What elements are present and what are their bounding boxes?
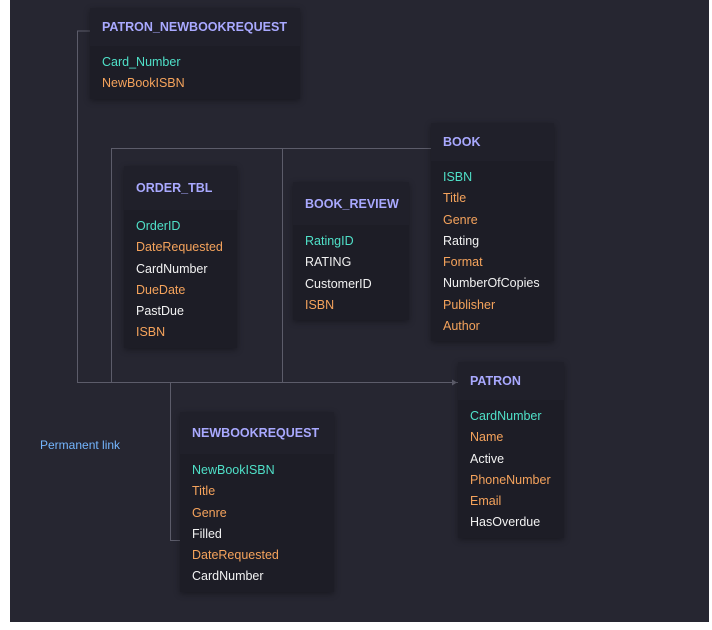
field-title: Title: [192, 484, 216, 499]
field-duedate: DueDate: [136, 282, 186, 297]
entity-title: PATRON_NEWBOOKREQUEST: [90, 8, 300, 46]
entity-order-tbl[interactable]: ORDER_TBL OrderID DateRequested CardNumber…: [124, 166, 237, 348]
field-numberofcopies: NumberOfCopies: [443, 276, 540, 291]
field-customerid: CustomerID: [305, 276, 372, 291]
field-name: Name: [470, 430, 504, 445]
entity-title: PATRON: [458, 362, 564, 400]
field-list: RatingID RATING CustomerID ISBN: [293, 225, 409, 320]
permanent-link[interactable]: Permanent link: [40, 438, 120, 452]
field-rating: RATING: [305, 255, 352, 270]
field-isbn: ISBN: [305, 297, 335, 312]
field-phonenumber: PhoneNumber: [470, 472, 551, 487]
entity-book[interactable]: BOOK ISBN Title Genre Rating Format NumberOfC…: [431, 123, 554, 342]
field-hasoverdue: HasOverdue: [470, 515, 541, 530]
field-list: Card_Number NewBookISBN: [90, 46, 300, 99]
field-publisher: Publisher: [443, 297, 496, 312]
field-pastdue: PastDue: [136, 304, 184, 319]
field-orderid: OrderID: [136, 219, 181, 233]
field-format: Format: [443, 255, 483, 270]
field-newbookisbn: NewBookISBN: [192, 463, 275, 477]
field-active: Active: [470, 451, 505, 466]
entity-title: BOOK_REVIEW: [293, 182, 409, 225]
entity-newbookrequest[interactable]: NEWBOOKREQUEST NewBookISBN Title Genre Fill…: [180, 412, 334, 592]
field-cardnumber: CardNumber: [192, 569, 264, 584]
entity-title: BOOK: [431, 123, 554, 161]
field-ratingid: RatingID: [305, 234, 354, 248]
field-list: NewBookISBN Title Genre Filled DateRequested…: [180, 454, 334, 592]
entity-book-review[interactable]: BOOK_REVIEW RatingID RATING CustomerID ISBN: [293, 182, 409, 321]
arrow-to-patron-icon: [452, 379, 457, 386]
field-daterequested: DateRequested: [192, 548, 279, 563]
field-cardnumber: CardNumber: [470, 409, 542, 423]
field-cardnumber: CardNumber: [136, 261, 208, 276]
field-card-number: Card_Number: [102, 55, 181, 69]
field-title: Title: [443, 191, 467, 206]
entity-patron-newbookrequest[interactable]: PATRON_NEWBOOKREQUEST Card_Number NewBook…: [90, 8, 300, 99]
field-isbn: ISBN: [136, 325, 166, 340]
field-list: CardNumber Name Active PhoneNumber Email HasO…: [458, 400, 564, 538]
entity-patron[interactable]: PATRON CardNumber Name Active PhoneNumber Em…: [458, 362, 564, 538]
field-list: ISBN Title Genre Rating Format NumberOfCopies…: [431, 161, 554, 341]
field-rating: Rating: [443, 233, 480, 248]
field-author: Author: [443, 319, 480, 334]
entity-title: NEWBOOKREQUEST: [180, 412, 334, 454]
field-email: Email: [470, 494, 502, 509]
field-newbookisbn: NewBookISBN: [102, 76, 185, 91]
field-list: OrderID DateRequested CardNumber DueDate Pas…: [124, 210, 237, 348]
field-daterequested: DateRequested: [136, 240, 223, 255]
field-filled: Filled: [192, 526, 222, 541]
field-genre: Genre: [192, 505, 227, 520]
field-genre: Genre: [443, 212, 478, 227]
entity-title: ORDER_TBL: [124, 166, 237, 210]
field-isbn: ISBN: [443, 170, 473, 184]
